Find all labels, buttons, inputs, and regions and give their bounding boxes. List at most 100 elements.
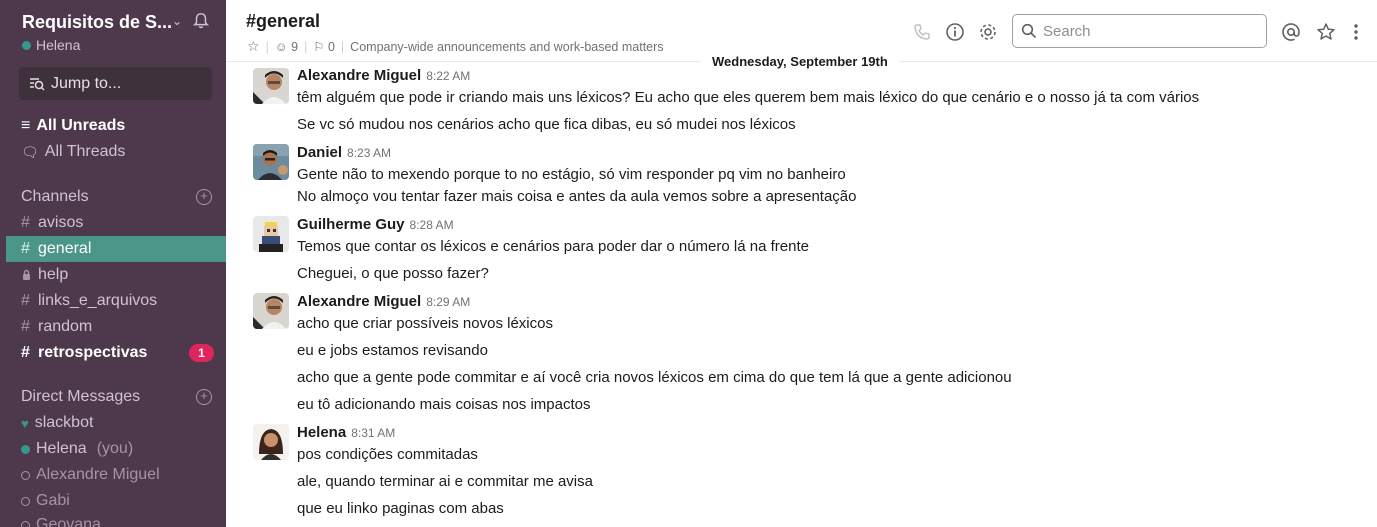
channel-item-random[interactable]: # random <box>0 314 226 340</box>
avatar[interactable] <box>253 424 289 460</box>
main-panel: #general ☆ | ☺︎ 9 | ⚐ 0 | Company-wide a… <box>226 0 1377 527</box>
avatar[interactable] <box>253 144 289 180</box>
search-box[interactable] <box>1012 14 1267 48</box>
channel-item-general[interactable]: # general <box>6 236 226 262</box>
members-count: 9 <box>291 39 299 54</box>
message-text: Se vc só mudou nos cenários acho que fic… <box>297 116 796 133</box>
date-divider: Wednesday, September 19th <box>700 52 900 71</box>
message-time[interactable]: 8:22 AM <box>426 69 470 83</box>
channel-label: help <box>38 266 69 283</box>
message-text: que eu linko paginas com abas <box>297 500 504 517</box>
all-unreads-link[interactable]: ≡ All Unreads <box>21 117 125 135</box>
dm-label: Gabi <box>36 492 70 509</box>
dm-you-label: (you) <box>96 440 134 457</box>
channel-item-avisos[interactable]: # avisos <box>0 210 226 236</box>
current-user-name: Helena <box>36 37 81 53</box>
jump-to-label: Jump to... <box>51 74 122 92</box>
all-threads-label: All Threads <box>44 143 126 160</box>
add-dm-icon[interactable]: + <box>196 389 212 405</box>
person-icon: ☺︎ <box>274 39 288 54</box>
message-text: têm alguém que pode ir criando mais uns … <box>297 89 1200 106</box>
phone-icon[interactable] <box>912 22 932 42</box>
channel-label: random <box>38 318 93 335</box>
star-icon[interactable]: ☆ <box>247 38 260 55</box>
message-author[interactable]: Alexandre Miguel 8:29 AM <box>297 293 470 310</box>
starred-items-icon[interactable] <box>1316 22 1336 42</box>
avatar[interactable] <box>253 68 289 104</box>
author-name: Daniel <box>297 144 343 161</box>
dm-item-geovana[interactable]: Geovana <box>21 516 101 527</box>
add-channel-icon[interactable]: + <box>196 189 212 205</box>
dm-item-gabi[interactable]: Gabi <box>21 492 70 510</box>
presence-away-icon <box>21 496 30 506</box>
message-time[interactable]: 8:29 AM <box>426 295 470 309</box>
all-threads-link[interactable]: 🗨︎ All Threads <box>21 143 125 161</box>
more-options-icon[interactable] <box>1346 22 1366 42</box>
message-text: Gente não to mexendo porque to no estági… <box>297 166 846 183</box>
current-user[interactable]: Helena <box>22 37 80 53</box>
message-author[interactable]: Daniel 8:23 AM <box>297 144 391 161</box>
message-author[interactable]: Alexandre Miguel 8:22 AM <box>297 67 470 84</box>
channel-label: links_e_arquivos <box>38 292 158 309</box>
dm-item-helena[interactable]: Helena (you) <box>21 440 133 458</box>
channel-meta: ☆ | ☺︎ 9 | ⚐ 0 | Company-wide announceme… <box>247 38 664 55</box>
dm-label: slackbot <box>34 414 94 431</box>
mention-icon[interactable] <box>1281 22 1301 42</box>
search-icon <box>1021 23 1037 39</box>
search-input[interactable] <box>1043 22 1243 40</box>
author-name: Guilherme Guy <box>297 216 405 233</box>
unread-badge: 1 <box>189 344 214 362</box>
message-text: eu e jobs estamos revisando <box>297 342 488 359</box>
author-name: Alexandre Miguel <box>297 293 422 310</box>
chevron-down-icon[interactable]: ⌄ <box>172 14 182 28</box>
dm-label: Alexandre Miguel <box>36 466 160 483</box>
channel-label: retrospectivas <box>38 344 148 361</box>
presence-active-icon <box>21 444 30 454</box>
avatar[interactable] <box>253 216 289 252</box>
divider: | <box>304 39 308 54</box>
message-time[interactable]: 8:31 AM <box>351 426 395 440</box>
channel-topic[interactable]: Company-wide announcements and work-base… <box>350 40 663 54</box>
channel-title[interactable]: #general <box>246 11 320 32</box>
lock-icon <box>23 269 30 280</box>
message-text: eu tô adicionando mais coisas nos impact… <box>297 396 591 413</box>
gear-icon[interactable] <box>978 22 998 42</box>
info-icon[interactable] <box>945 22 965 42</box>
heart-icon: ♥ <box>21 415 29 431</box>
workspace-name[interactable]: Requisitos de S... <box>22 12 172 33</box>
presence-away-icon <box>21 520 30 527</box>
channels-header[interactable]: Channels <box>21 188 89 206</box>
message-text: Cheguei, o que posso fazer? <box>297 265 489 282</box>
pinned-count: 0 <box>327 40 335 54</box>
message-text: Temos que contar os léxicos e cenários p… <box>297 238 809 255</box>
members-button[interactable]: ☺︎ 9 <box>275 40 298 54</box>
pin-icon: ⚐ <box>313 40 325 54</box>
message-author[interactable]: Helena 8:31 AM <box>297 424 395 441</box>
jump-to-button[interactable]: Jump to... <box>19 67 212 100</box>
message-time[interactable]: 8:23 AM <box>347 146 391 160</box>
message-author[interactable]: Guilherme Guy 8:28 AM <box>297 216 454 233</box>
hash-icon: # <box>21 240 30 257</box>
dm-item-slackbot[interactable]: ♥ slackbot <box>21 414 93 432</box>
message-time[interactable]: 8:28 AM <box>410 218 454 232</box>
dm-item-alexandre-miguel[interactable]: Alexandre Miguel <box>21 466 160 484</box>
all-unreads-label: All Unreads <box>36 117 126 134</box>
message-text: acho que a gente pode commitar e aí você… <box>297 369 1012 386</box>
hash-icon: # <box>21 344 30 361</box>
author-name: Alexandre Miguel <box>297 67 422 84</box>
message-text: No almoço vou tentar fazer mais coisa e … <box>297 188 857 205</box>
bell-snooze-icon[interactable] <box>192 12 210 30</box>
channel-item-help[interactable]: help <box>0 262 226 288</box>
message-text: pos condições commitadas <box>297 446 478 463</box>
divider: | <box>265 39 269 54</box>
presence-active-icon <box>22 40 31 50</box>
hash-icon: # <box>21 214 30 231</box>
divider: | <box>340 39 345 54</box>
direct-messages-header[interactable]: Direct Messages <box>21 388 140 406</box>
channel-item-links-e-arquivos[interactable]: # links_e_arquivos <box>0 288 226 314</box>
jump-to-icon <box>30 77 45 91</box>
avatar[interactable] <box>253 293 289 329</box>
hash-icon: # <box>21 318 30 335</box>
pinned-button[interactable]: ⚐ 0 <box>313 39 335 54</box>
dm-label: Geovana <box>36 516 101 527</box>
